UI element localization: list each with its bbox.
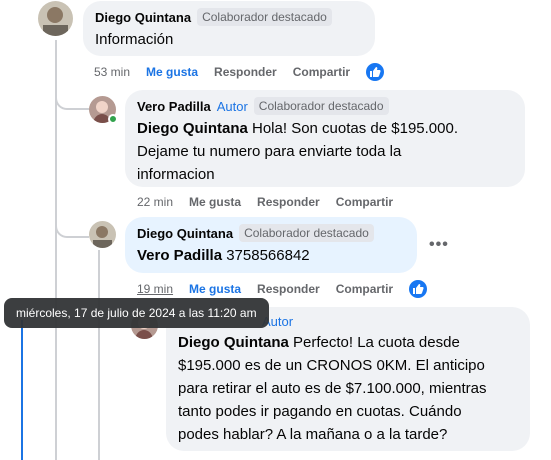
comment-text-line: podes hablar? A la mañana o a la tarde? — [178, 426, 448, 443]
comment-text-line: tanto podes ir pagando en cuotas. Cuándo — [178, 403, 462, 420]
comment-author[interactable]: Vero Padilla — [137, 99, 211, 114]
reply-button[interactable]: Responder — [257, 195, 320, 209]
comment-text-line: $195.000 es de un CRONOS 0KM. El anticip… — [178, 357, 485, 374]
mention-link[interactable]: Diego Quintana — [178, 334, 289, 351]
comment-text: Diego Quintana Perfecto! La cuota desde … — [178, 331, 518, 446]
timestamp-tooltip: miércoles, 17 de julio de 2024 a las 11:… — [4, 298, 269, 328]
mention-link[interactable]: Diego Quintana — [137, 120, 248, 137]
like-button[interactable]: Me gusta — [146, 65, 198, 79]
comment-bubble-3: Diego Quintana Colaborador destacado Ver… — [125, 217, 417, 273]
reply-button[interactable]: Responder — [257, 282, 320, 296]
comment-text: Información — [95, 31, 174, 48]
badge-top-contributor: Colaborador destacado — [239, 224, 374, 242]
comment-author[interactable]: Diego Quintana — [95, 10, 191, 25]
comment-text-line: 3758566842 — [222, 247, 310, 264]
comment-bubble-2: Vero Padilla Autor Colaborador destacado… — [125, 90, 525, 187]
badge-author: Autor — [216, 98, 248, 114]
comment-text-line: Dejame tu numero para enviarte toda la — [137, 143, 402, 160]
share-button[interactable]: Compartir — [293, 65, 350, 79]
comment-bubble-1: Diego Quintana Colaborador destacado Inf… — [83, 1, 375, 56]
comment-text-line: Perfecto! La cuota desde — [288, 334, 460, 351]
comment-text-line: Hola! Son cuotas de $195.000. — [247, 120, 458, 137]
mention-link[interactable]: Vero Padilla — [137, 247, 222, 264]
comment-time[interactable]: 53 min — [94, 65, 130, 79]
comment-text-line: informacion — [137, 166, 215, 183]
more-options-button[interactable]: ••• — [429, 236, 449, 254]
comment-time[interactable]: 22 min — [137, 195, 173, 209]
comment-bubble-4: Autor Diego Quintana Perfecto! La cuota … — [166, 307, 530, 451]
comment-time[interactable]: 19 min — [137, 282, 173, 296]
comment-actions-2: 22 min Me gusta Responder Compartir — [137, 195, 409, 209]
thread-line-nested — [98, 250, 100, 460]
comment-author[interactable]: Diego Quintana — [137, 226, 233, 241]
comment-text: Diego Quintana Hola! Son cuotas de $195.… — [137, 117, 513, 186]
badge-top-contributor: Colaborador destacado — [197, 8, 332, 26]
reply-button[interactable]: Responder — [214, 65, 277, 79]
share-button[interactable]: Compartir — [336, 195, 393, 209]
share-button[interactable]: Compartir — [336, 282, 393, 296]
comment-actions-1: 53 min Me gusta Responder Compartir — [94, 63, 385, 81]
like-button[interactable]: Me gusta — [189, 195, 241, 209]
comment-text: Vero Padilla 3758566842 — [137, 244, 405, 267]
comment-actions-3: 19 min Me gusta Responder Compartir — [137, 280, 428, 298]
avatar-diego[interactable] — [38, 1, 73, 36]
like-icon — [409, 280, 428, 298]
badge-top-contributor: Colaborador destacado — [253, 97, 389, 115]
comment-text-line: para retirar el auto es de $7.100.000, m… — [178, 380, 487, 397]
online-status-dot — [108, 114, 118, 124]
thread-elbow-reply2 — [55, 210, 89, 238]
like-icon — [366, 63, 385, 81]
avatar-diego[interactable] — [89, 221, 116, 248]
thread-line-active — [21, 320, 23, 460]
thread-elbow-reply1 — [55, 86, 89, 110]
like-button[interactable]: Me gusta — [189, 282, 241, 296]
